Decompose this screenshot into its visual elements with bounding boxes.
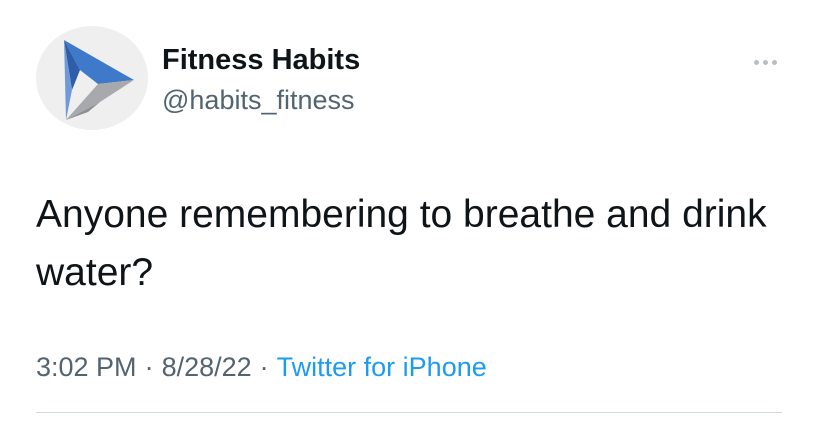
- meta-separator: ·: [259, 352, 269, 382]
- more-options-button[interactable]: [744, 50, 786, 74]
- play-triangle-logo-icon: [64, 40, 134, 120]
- more-horizontal-icon: [753, 59, 777, 65]
- tweet-text: Anyone remembering to breathe and drink …: [36, 193, 767, 294]
- tweet-time[interactable]: 3:02 PM: [36, 352, 137, 382]
- meta-separator: ·: [144, 352, 154, 382]
- divider: [36, 412, 782, 413]
- tweet-metadata: 3:02 PM · 8/28/22 · Twitter for iPhone: [36, 349, 487, 385]
- author-name[interactable]: Fitness Habits: [162, 43, 360, 77]
- author-handle[interactable]: @habits_fitness: [162, 83, 355, 117]
- avatar[interactable]: [36, 26, 148, 130]
- tweet-source-link[interactable]: Twitter for iPhone: [277, 352, 487, 382]
- tweet-date[interactable]: 8/28/22: [162, 352, 252, 382]
- tweet-card: Fitness Habits @habits_fitness Anyone re…: [0, 0, 818, 431]
